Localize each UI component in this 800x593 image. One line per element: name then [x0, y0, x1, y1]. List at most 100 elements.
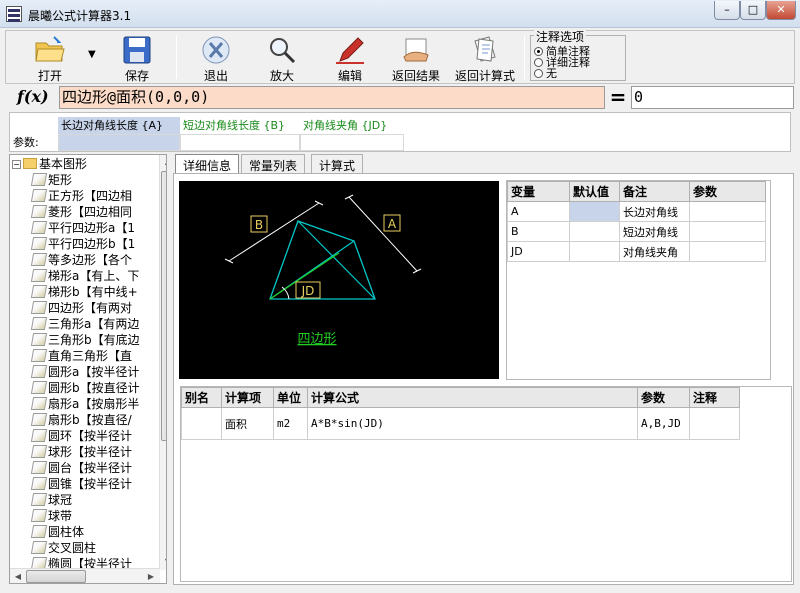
param-value-jd[interactable] [300, 134, 404, 151]
variables-cell-param[interactable] [689, 201, 766, 222]
scroll-thumb[interactable] [26, 570, 86, 583]
tab-details[interactable]: 详细信息 [175, 154, 240, 174]
back-to-formula-button[interactable]: 返回计算式 [453, 33, 517, 83]
tree-item[interactable]: 三角形a【有两边 [30, 316, 140, 332]
tree-item[interactable]: 球带 [30, 508, 72, 524]
radio-no-note[interactable]: 无 [534, 65, 557, 81]
maximize-button[interactable]: □ [740, 1, 766, 20]
shape-doc-icon [30, 269, 48, 282]
variables-cell-param[interactable] [689, 221, 766, 242]
tree-item[interactable]: 圆环【按半径计 [30, 428, 133, 444]
tree-item[interactable]: 正方形【四边相 [30, 188, 132, 204]
tree-item[interactable]: 扇形b【按直径/ [30, 412, 132, 428]
shape-doc-icon [30, 477, 48, 490]
shape-doc-icon [30, 301, 48, 314]
tree-item[interactable]: 平行四边形b【1 [30, 236, 135, 252]
variables-cell-param[interactable] [689, 241, 766, 262]
shape-doc-icon [30, 317, 48, 330]
param-column-jd[interactable]: 对角线夹角 {JD} [300, 117, 404, 134]
variables-header-cell[interactable]: 默认值 [569, 181, 620, 202]
tree-item[interactable]: 球冠 [30, 492, 72, 508]
collapse-icon[interactable]: − [12, 160, 21, 169]
calculation-header-cell[interactable]: 单位 [273, 387, 308, 408]
tree-item[interactable]: 平行四边形a【1 [30, 220, 135, 236]
toolbar-divider [524, 35, 525, 79]
variables-header-cell[interactable]: 参数 [689, 181, 766, 202]
formula-row: f(x) 四边形@面积(0,0,0) = 0 [9, 86, 794, 110]
param-value-b[interactable] [180, 134, 300, 151]
open-label: 打开 [37, 69, 62, 83]
tree-item[interactable]: 圆形b【按直径计 [30, 380, 140, 396]
tree-item[interactable]: 菱形【四边相同 [30, 204, 132, 220]
shape-doc-icon [30, 221, 48, 234]
tree-root[interactable]: − 基本图形 [12, 156, 87, 172]
tree-item[interactable]: 梯形b【有中线+ [30, 284, 138, 300]
shape-doc-icon [30, 413, 48, 426]
tree-horizontal-scrollbar[interactable]: ◀ ▶ [10, 568, 160, 583]
tree-item[interactable]: 圆锥【按半径计 [30, 476, 132, 492]
tree-item[interactable]: 圆台【按半径计 [30, 460, 132, 476]
exit-x-icon [202, 36, 230, 64]
zoom-button[interactable]: 放大 [264, 33, 300, 83]
scroll-down-icon[interactable]: ▼ [161, 555, 166, 569]
calculation-table: 别名 计算项 单位 计算公式 参数 注释 面积 m2 A*B*sin(JD) A,B,JD [180, 386, 792, 582]
calculation-header-cell[interactable]: 计算公式 [307, 387, 638, 408]
back-to-result-button[interactable]: 返回结果 [390, 33, 442, 83]
variables-header-cell[interactable]: 变量 [507, 181, 570, 202]
tree-item[interactable]: 球形【按半径计 [30, 444, 132, 460]
scroll-left-icon[interactable]: ◀ [11, 570, 25, 583]
tree-item[interactable]: 交叉圆柱 [30, 540, 96, 556]
tree-item[interactable]: 等多边形【各个 [30, 252, 132, 268]
back-to-result-label: 返回结果 [391, 69, 440, 83]
dimension-line-a [348, 196, 418, 272]
save-button[interactable]: 保存 [118, 33, 156, 83]
calculation-header-cell[interactable]: 别名 [181, 387, 222, 408]
param-value-a[interactable] [58, 134, 180, 151]
param-column-b[interactable]: 短边对角线长度 {B} [180, 117, 300, 134]
calculation-header-cell[interactable]: 计算项 [221, 387, 274, 408]
calculation-row[interactable]: 面积 m2 A*B*sin(JD) A,B,JD [181, 407, 740, 440]
tree-vertical-scrollbar[interactable]: ▲ ▼ [159, 155, 166, 570]
variables-row[interactable]: A 长边对角线 [507, 201, 766, 222]
open-dropdown-chevron-down-icon[interactable]: ▼ [88, 49, 96, 60]
radio-empty-icon [534, 69, 543, 78]
formula-input[interactable]: 四边形@面积(0,0,0) [59, 86, 605, 109]
tree-item[interactable]: 直角三角形【直 [30, 348, 132, 364]
tree-item-label: 圆环【按半径计 [48, 429, 133, 443]
exit-button[interactable]: 退出 [198, 33, 234, 83]
tree-item-label: 三角形a【有两边 [48, 317, 140, 331]
tree-item-label: 扇形a【按扇形半 [48, 397, 140, 411]
variables-cell-var: B [507, 221, 570, 242]
tree-item-label: 平行四边形a【1 [48, 221, 135, 235]
minimize-button[interactable]: – [714, 1, 740, 20]
variables-cell-default[interactable] [569, 241, 620, 262]
tree-item[interactable]: 矩形 [30, 172, 72, 188]
tab-constants[interactable]: 常量列表 [241, 154, 306, 174]
calculation-header-cell[interactable]: 参数 [637, 387, 690, 408]
tree-item[interactable]: 四边形【有两对 [30, 300, 132, 316]
tab-formula[interactable]: 计算式 [311, 154, 364, 174]
variables-table: 变量 默认值 备注 参数 A 长边对角线 B 短边对角线 JD 对角线夹角 [506, 180, 771, 380]
param-column-a[interactable]: 长边对角线长度 {A} [58, 117, 180, 134]
tree-item[interactable]: 圆形a【按半径计 [30, 364, 139, 380]
calculation-header-cell[interactable]: 注释 [689, 387, 740, 408]
variables-row[interactable]: B 短边对角线 [507, 221, 766, 242]
variables-cell-default[interactable] [569, 201, 620, 222]
edit-button[interactable]: 编辑 [332, 33, 368, 83]
scroll-up-icon[interactable]: ▲ [161, 155, 166, 169]
variables-row[interactable]: JD 对角线夹角 [507, 241, 766, 262]
variables-header-cell[interactable]: 备注 [619, 181, 690, 202]
tree-item[interactable]: 梯形a【有上、下 [30, 268, 139, 284]
variables-cell-default[interactable] [569, 221, 620, 242]
tree-item[interactable]: 三角形b【有底边 [30, 332, 140, 348]
scroll-right-icon[interactable]: ▶ [144, 570, 158, 583]
diagram-caption: 四边形 [297, 332, 336, 347]
open-button[interactable]: 打开 [28, 33, 72, 83]
scroll-thumb[interactable] [161, 171, 166, 441]
parameter-panel: 长边对角线长度 {A} 短边对角线长度 {B} 对角线夹角 {JD} 参数: [9, 112, 791, 152]
shape-tree: − 基本图形 矩形 正方形【四边相 菱形【四边相同 平行四边形a【1 平行四边形b【1 等多… [9, 154, 167, 584]
close-button[interactable]: ✕ [766, 1, 796, 20]
tree-item[interactable]: 扇形a【按扇形半 [30, 396, 140, 412]
tree-item[interactable]: 圆柱体 [30, 524, 84, 540]
shape-doc-icon [30, 253, 48, 266]
